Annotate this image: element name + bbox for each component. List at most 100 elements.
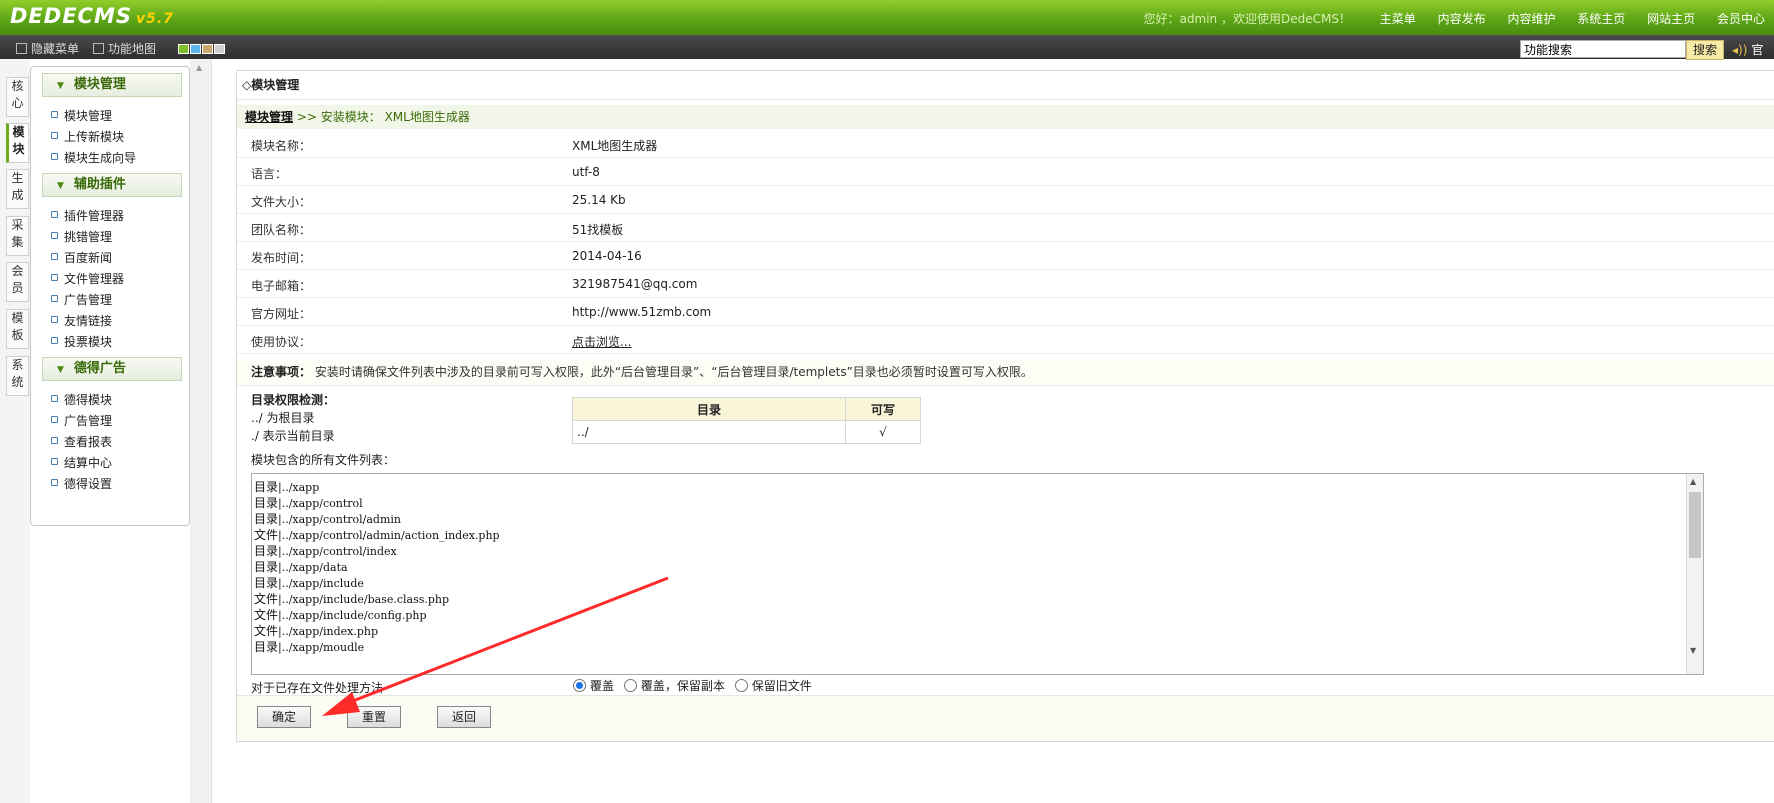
tab-collect[interactable]: 采集	[6, 216, 29, 256]
existing-file-handling-label: 对于已存在文件处理方法	[251, 681, 384, 695]
menu-item-dede-settings[interactable]: 德得设置	[51, 475, 112, 492]
file-list-textarea[interactable]: 目录|../xapp 目录|../xapp/control 目录|../xapp…	[251, 473, 1704, 675]
nav-main-menu[interactable]: 主菜单	[1380, 12, 1416, 26]
tab-member[interactable]: 会员	[6, 262, 29, 302]
skin-green-swatch[interactable]	[178, 44, 189, 54]
file-line: 目录|../xapp/data	[254, 560, 348, 574]
menu-item-upload-module[interactable]: 上传新模块	[51, 128, 124, 145]
toolbar: 隐藏菜单 功能地图	[0, 35, 1774, 59]
speaker-icon: ◂))	[1732, 43, 1748, 57]
info-row-module-name: 模块名称： XML地图生成器	[237, 130, 1774, 158]
menu-item-file-manager[interactable]: 文件管理器	[51, 270, 124, 287]
tab-generate[interactable]: 生成	[6, 169, 29, 209]
bullet-icon	[51, 316, 58, 323]
license-link[interactable]: 点击浏览...	[572, 333, 631, 350]
bullet-icon	[51, 295, 58, 302]
skin-blue-swatch[interactable]	[190, 44, 201, 54]
menu-item-ad-manage[interactable]: 广告管理	[51, 291, 112, 308]
main-panel: ◇模块管理 模块管理 >> 安装模块： XML地图生成器 模块名称： XML地图生…	[236, 70, 1774, 742]
info-row-team: 团队名称： 51找模板	[237, 214, 1774, 242]
menu-item-friend-links[interactable]: 友情链接	[51, 312, 112, 329]
bullet-icon	[51, 253, 58, 260]
file-list-scrollbar[interactable]: ▲ ▼	[1686, 474, 1703, 674]
info-row-language: 语言： utf-8	[237, 158, 1774, 186]
bullet-icon	[51, 458, 58, 465]
menu-item-reports[interactable]: 查看报表	[51, 433, 112, 450]
bullet-icon	[51, 395, 58, 402]
breadcrumb-module-manage-link[interactable]: 模块管理	[245, 110, 293, 124]
search-button[interactable]: 搜索	[1686, 40, 1724, 60]
site-map-button[interactable]: 功能地图	[93, 40, 156, 57]
scroll-up-icon[interactable]: ▲	[1690, 477, 1696, 486]
top-header: DEDECMS v5.7 您好：admin ，欢迎使用DedeCMS！ 主菜单 内…	[0, 0, 1774, 35]
radio-overwrite-keep-copy-label: 覆盖，保留副本	[640, 679, 725, 693]
bullet-icon	[51, 274, 58, 281]
menu-item-module-manage[interactable]: 模块管理	[51, 107, 112, 124]
menu-group-dede-ads[interactable]: ▼ 德得广告	[42, 357, 182, 381]
tab-template[interactable]: 模板	[6, 309, 29, 349]
chevron-down-icon: ▼	[57, 181, 64, 191]
menu-group-module-manage[interactable]: ▼ 模块管理	[42, 73, 182, 97]
skin-gray-swatch[interactable]	[214, 44, 225, 54]
radio-keep-old[interactable]	[734, 679, 748, 692]
menu-item-dede-module[interactable]: 德得模块	[51, 391, 112, 408]
welcome-text: 您好：admin ，欢迎使用DedeCMS！	[1143, 12, 1351, 26]
hide-menu-button[interactable]: 隐藏菜单	[16, 40, 79, 57]
file-line: 文件|../xapp/include/config.php	[254, 608, 427, 622]
button-bar: 确定 重置 返回	[237, 695, 1774, 740]
file-list-label: 模块包含的所有文件列表：	[251, 453, 396, 467]
scrollbar-thumb[interactable]	[1689, 492, 1701, 558]
info-row-file-size: 文件大小： 25.14 Kb	[237, 186, 1774, 214]
menu-item-dede-ad-manage[interactable]: 广告管理	[51, 412, 112, 429]
reset-button[interactable]: 重置	[347, 706, 401, 728]
top-nav: 您好：admin ，欢迎使用DedeCMS！ 主菜单 内容发布 内容维护 系统主…	[1144, 10, 1774, 27]
menu-group-plugins[interactable]: ▼ 辅助插件	[42, 173, 182, 197]
permission-note: 目录权限检测： ../ 为根目录 ./ 表示当前目录	[251, 393, 336, 443]
confirm-button[interactable]: 确定	[257, 706, 311, 728]
menu-item-plugin-manager[interactable]: 插件管理器	[51, 207, 124, 224]
radio-overwrite[interactable]	[573, 679, 586, 692]
file-line: 文件|../xapp/control/admin/action_index.ph…	[254, 528, 500, 542]
menu-item-settlement[interactable]: 结算中心	[51, 454, 112, 471]
radio-keep-old-label: 保留旧文件	[751, 679, 812, 693]
collapse-arrow-icon[interactable]: ▲	[196, 63, 202, 72]
file-line: 目录|../xapp/moudle	[254, 640, 365, 654]
tab-core[interactable]: 核心	[6, 77, 29, 117]
bullet-icon	[51, 232, 58, 239]
scroll-down-icon[interactable]: ▼	[1690, 646, 1696, 655]
bullet-icon	[51, 479, 58, 486]
nav-system-home[interactable]: 系统主页	[1577, 12, 1625, 26]
permission-table: 目录 可写 ../√	[572, 397, 921, 444]
radio-overwrite-keep-copy[interactable]	[623, 679, 637, 692]
nav-site-home[interactable]: 网站主页	[1647, 12, 1695, 26]
file-line: 文件|../xapp/include/base.class.php	[254, 592, 450, 606]
existing-file-options: 覆盖 覆盖，保留副本 保留旧文件	[567, 677, 812, 694]
nav-content-publish[interactable]: 内容发布	[1438, 12, 1486, 26]
tab-module[interactable]: 模块	[6, 123, 29, 163]
info-row-website: 官方网址： http://www.51zmb.com	[237, 298, 1774, 326]
file-line: 目录|../xapp/include	[254, 576, 364, 590]
menu-item-error-manage[interactable]: 挑错管理	[51, 228, 112, 245]
page-title: ◇模块管理	[237, 71, 1774, 100]
bullet-icon	[51, 132, 58, 139]
chevron-down-icon: ▼	[57, 81, 64, 91]
menu-item-module-wizard[interactable]: 模块生成向导	[51, 149, 136, 166]
file-line: 目录|../xapp/control/admin	[254, 512, 401, 526]
logo: DEDECMS v5.7	[10, 4, 174, 28]
bullet-icon	[51, 211, 58, 218]
tab-system[interactable]: 系统	[6, 356, 29, 396]
skin-brown-swatch[interactable]	[202, 44, 213, 54]
menu-item-baidu-news[interactable]: 百度新闻	[51, 249, 112, 266]
back-button[interactable]: 返回	[437, 706, 491, 728]
info-row-license: 使用协议： 点击浏览...	[237, 326, 1774, 354]
file-line: 目录|../xapp/control/index	[254, 544, 397, 558]
nav-member-center[interactable]: 会员中心	[1717, 12, 1765, 26]
file-line: 目录|../xapp/control	[254, 496, 363, 510]
menu-item-vote[interactable]: 投票模块	[51, 333, 112, 350]
bullet-icon	[51, 337, 58, 344]
function-search-input[interactable]	[1520, 40, 1686, 58]
nav-content-maintain[interactable]: 内容维护	[1507, 12, 1555, 26]
menu-icon	[16, 43, 27, 54]
menu-splitter[interactable]: ▲	[190, 59, 212, 803]
bullet-icon	[51, 416, 58, 423]
